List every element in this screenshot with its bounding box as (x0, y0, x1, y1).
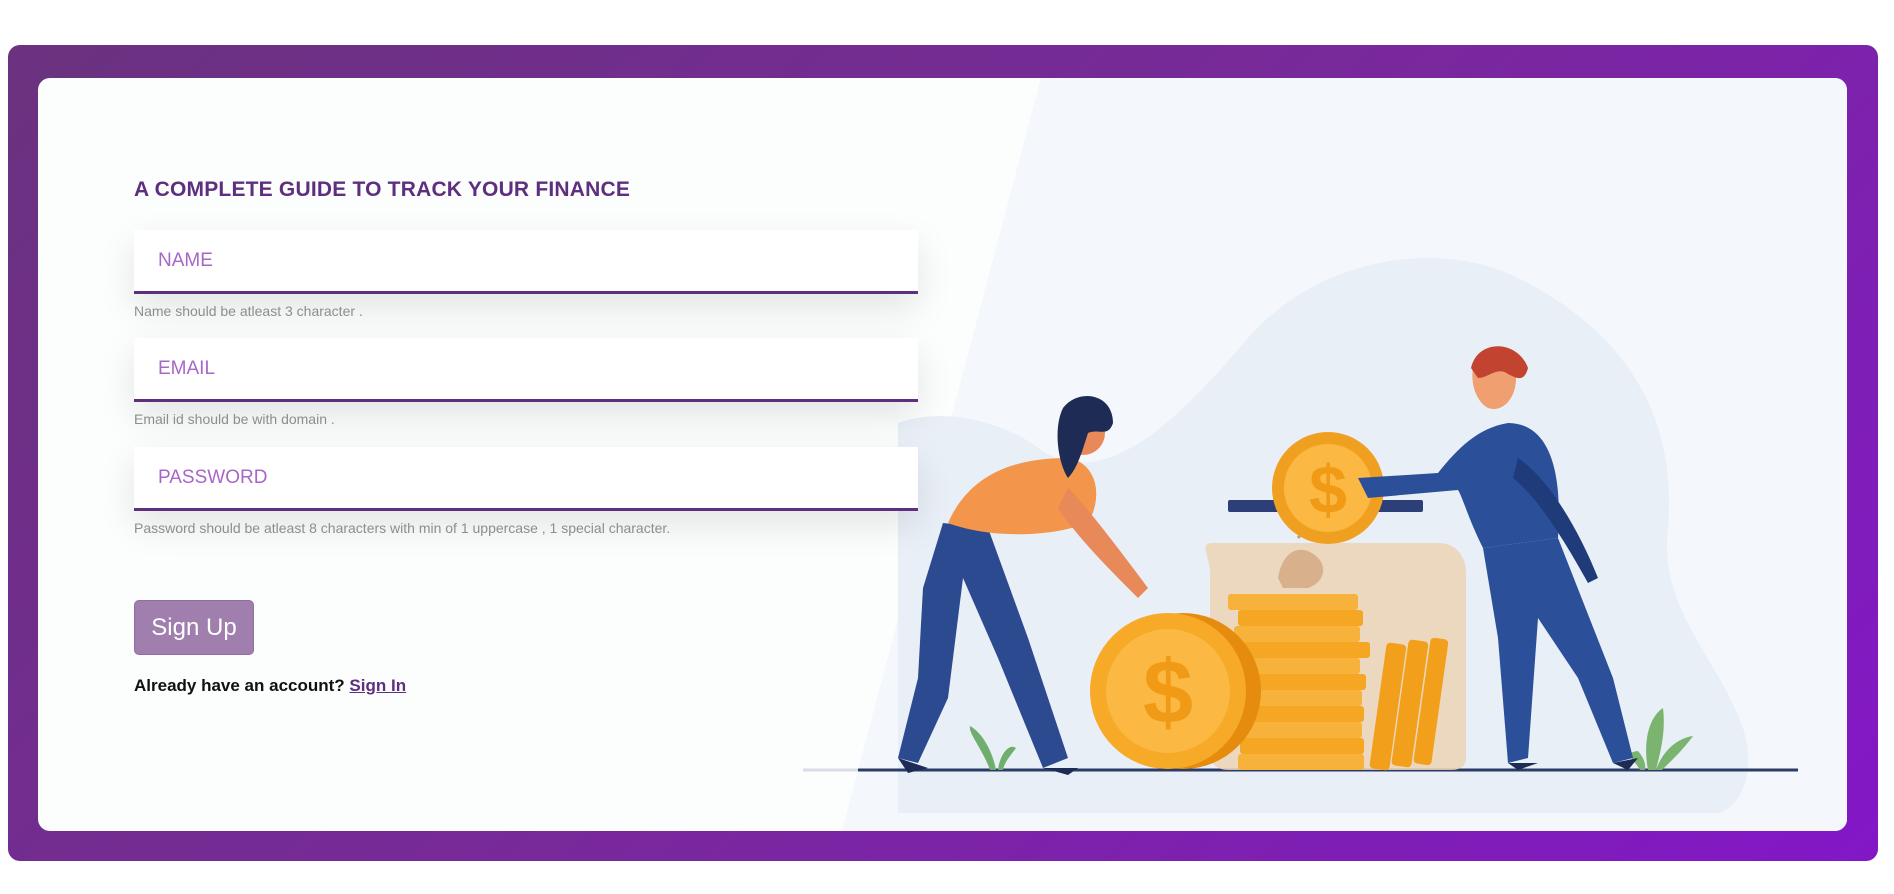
jar-icon (1205, 500, 1466, 770)
sign-up-button[interactable]: Sign Up (134, 600, 254, 655)
plant-right-icon (1630, 708, 1693, 770)
plant-left-icon (969, 726, 1016, 770)
dollar-coin-icon: $ (1090, 613, 1261, 769)
svg-text:$: $ (1309, 452, 1347, 528)
page-title: A COMPLETE GUIDE TO TRACK YOUR FINANCE (134, 178, 631, 201)
svg-text:$: $ (1143, 643, 1193, 743)
woman-figure (898, 396, 1148, 775)
name-hint: Name should be atleast 3 character . (134, 303, 363, 319)
password-input[interactable] (134, 447, 918, 511)
coin-stack-icon (1228, 594, 1449, 771)
account-prompt: Already have an account? Sign In (134, 676, 406, 696)
account-prompt-text: Already have an account? (134, 676, 345, 695)
name-input[interactable] (134, 230, 918, 294)
signup-card: A COMPLETE GUIDE TO TRACK YOUR FINANCE N… (38, 78, 1847, 831)
sign-in-link[interactable]: Sign In (349, 676, 406, 695)
man-figure (1358, 346, 1638, 770)
email-input[interactable] (134, 338, 918, 402)
password-hint: Password should be atleast 8 characters … (134, 520, 671, 536)
held-coin-icon: $ (1272, 432, 1384, 544)
email-hint: Email id should be with domain . (134, 411, 335, 427)
